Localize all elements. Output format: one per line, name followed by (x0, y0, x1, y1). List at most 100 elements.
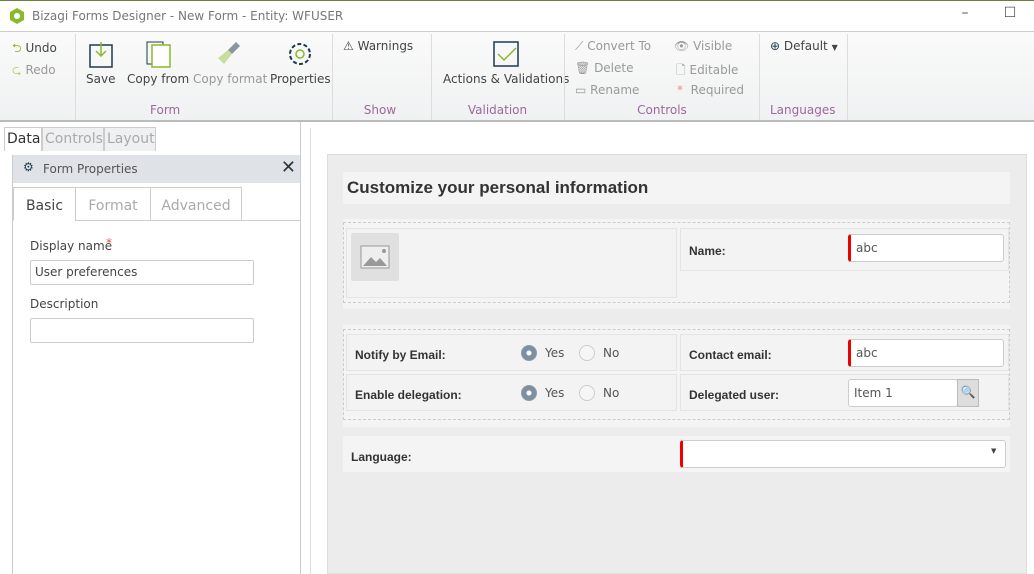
form-title: Customize your personal information (347, 178, 649, 197)
required-label: Required (690, 83, 745, 97)
language-dropdown[interactable]: ⊕ Default ▼ (770, 39, 838, 53)
rename-button[interactable]: ▭ Rename (575, 83, 639, 97)
brush-icon (218, 42, 241, 64)
rename-icon: ▭ (575, 83, 587, 97)
contact-email-input[interactable]: abc (848, 339, 1004, 367)
actions-label: Actions & Validations (443, 72, 570, 86)
warning-icon: ⚠ (343, 39, 354, 53)
delete-button[interactable]: 🗑 Delete (575, 61, 634, 75)
image-placeholder-icon[interactable] (351, 233, 399, 281)
window-title: Bizagi Forms Designer - New Form - Entit… (32, 9, 344, 23)
globe-icon: ⊕ (770, 39, 781, 53)
save-button[interactable]: Save (86, 40, 115, 86)
eye-icon: 👁 (674, 39, 690, 53)
minimize-button[interactable]: – (950, 5, 980, 27)
language-select[interactable] (680, 440, 1006, 468)
properties-button[interactable]: Properties (270, 40, 331, 86)
description-label: Description (30, 297, 99, 311)
controls-group-label: Controls (637, 103, 687, 117)
bizagi-logo-icon (10, 8, 24, 24)
convert-to-button[interactable]: ⟋ Convert To (575, 39, 651, 54)
undo-label: Undo (25, 41, 57, 55)
no-label: No (603, 346, 620, 360)
description-input[interactable] (30, 318, 254, 343)
delegated-user-label: Delegated user: (689, 388, 780, 402)
warnings-label: Warnings (357, 39, 414, 53)
trash-icon: 🗑 (575, 61, 591, 75)
required-button[interactable]: * Required (677, 83, 744, 97)
copy-format-button[interactable]: Copy format (193, 40, 267, 86)
tab-format[interactable]: Format (75, 187, 151, 221)
gear-icon (289, 43, 312, 65)
form-title-band: Customize your personal information (343, 172, 1010, 204)
language-label: Language: (351, 450, 412, 464)
undo-icon: ⮌ (12, 41, 22, 55)
panel-header: ⚙ Form Properties ✕ (13, 155, 300, 183)
checkbox-check-icon (493, 41, 519, 67)
yes-label: Yes (545, 386, 565, 400)
redo-label: Redo (25, 63, 56, 77)
asterisk-icon: * (677, 83, 683, 97)
language-label: Default (783, 39, 828, 53)
delegation-no-radio[interactable] (579, 385, 595, 401)
search-icon: 🔍 (960, 385, 976, 399)
caret-down-icon: ▼ (831, 43, 838, 52)
notify-no-radio[interactable] (579, 345, 595, 361)
form-canvas: Customize your personal information Name… (327, 154, 1027, 574)
redo-icon: ⮎ (12, 63, 22, 77)
actions-validations-button[interactable]: Actions & Validations (443, 40, 569, 86)
yes-label: Yes (545, 346, 565, 360)
display-name-label: Display name (30, 239, 113, 253)
name-cell: Name: abc (680, 228, 1009, 271)
ribbon: ⮌ Undo ⮎ Redo Save Copy from Copy format… (0, 31, 1034, 122)
validation-group-label: Validation (467, 103, 528, 117)
convert-to-label: Convert To (587, 39, 652, 53)
name-input[interactable]: abc (848, 234, 1004, 262)
form-properties-panel: ⚙ Form Properties ✕ Basic Format Advanced … (12, 155, 300, 574)
copy-format-label: Copy format (193, 72, 268, 86)
contact-cell: Contact email: abc (680, 334, 1009, 371)
title-bar: Bizagi Forms Designer - New Form - Entit… (0, 0, 1034, 31)
language-row: Language: ▼ (343, 436, 1010, 472)
close-icon[interactable]: ✕ (281, 157, 296, 178)
save-icon (88, 42, 113, 68)
properties-label: Properties (270, 72, 331, 86)
notify-cell: Notify by Email: Yes No (346, 334, 677, 371)
edit-page-icon: 🗋 (676, 63, 686, 77)
redo-button[interactable]: ⮎ Redo (12, 61, 56, 82)
copy-from-button[interactable]: Copy from (127, 40, 189, 86)
name-label: Name: (689, 244, 726, 258)
delegated-user-input[interactable]: Item 1 (848, 379, 958, 407)
tab-layout[interactable]: Layout (104, 127, 156, 151)
required-asterisk: * (106, 236, 112, 250)
save-label: Save (86, 72, 116, 86)
copy-from-icon (146, 41, 171, 68)
languages-group-label: Languages (770, 103, 836, 117)
delegation-label: Enable delegation: (355, 388, 462, 402)
editable-button[interactable]: 🗋 Editable (676, 61, 738, 82)
delegated-cell: Delegated user: Item 1 🔍 (680, 374, 1009, 411)
copy-from-label: Copy from (127, 72, 190, 86)
notify-label: Notify by Email: (355, 348, 446, 362)
delete-label: Delete (594, 61, 634, 75)
image-cell (346, 228, 677, 298)
form-group-label: Form (150, 103, 181, 117)
contact-email-label: Contact email: (689, 348, 772, 362)
tab-advanced[interactable]: Advanced (150, 187, 242, 221)
undo-button[interactable]: ⮌ Undo (12, 39, 57, 60)
visible-button[interactable]: 👁 Visible (674, 39, 732, 53)
show-group-label: Show (363, 103, 397, 117)
tab-data[interactable]: Data (4, 127, 42, 151)
display-name-input[interactable]: User preferences (30, 260, 254, 285)
tab-basic[interactable]: Basic (13, 187, 76, 221)
editable-label: Editable (689, 63, 739, 77)
delegation-cell: Enable delegation: Yes No (346, 374, 677, 411)
delegation-yes-radio[interactable] (521, 385, 537, 401)
notify-yes-radio[interactable] (521, 345, 537, 361)
maximize-button[interactable]: ☐ (995, 5, 1025, 27)
tab-controls[interactable]: Controls (42, 127, 104, 151)
search-button[interactable]: 🔍 (957, 379, 979, 407)
wand-icon: ⟋ (575, 39, 584, 53)
visible-label: Visible (693, 39, 733, 53)
warnings-button[interactable]: ⚠ Warnings (343, 39, 413, 53)
